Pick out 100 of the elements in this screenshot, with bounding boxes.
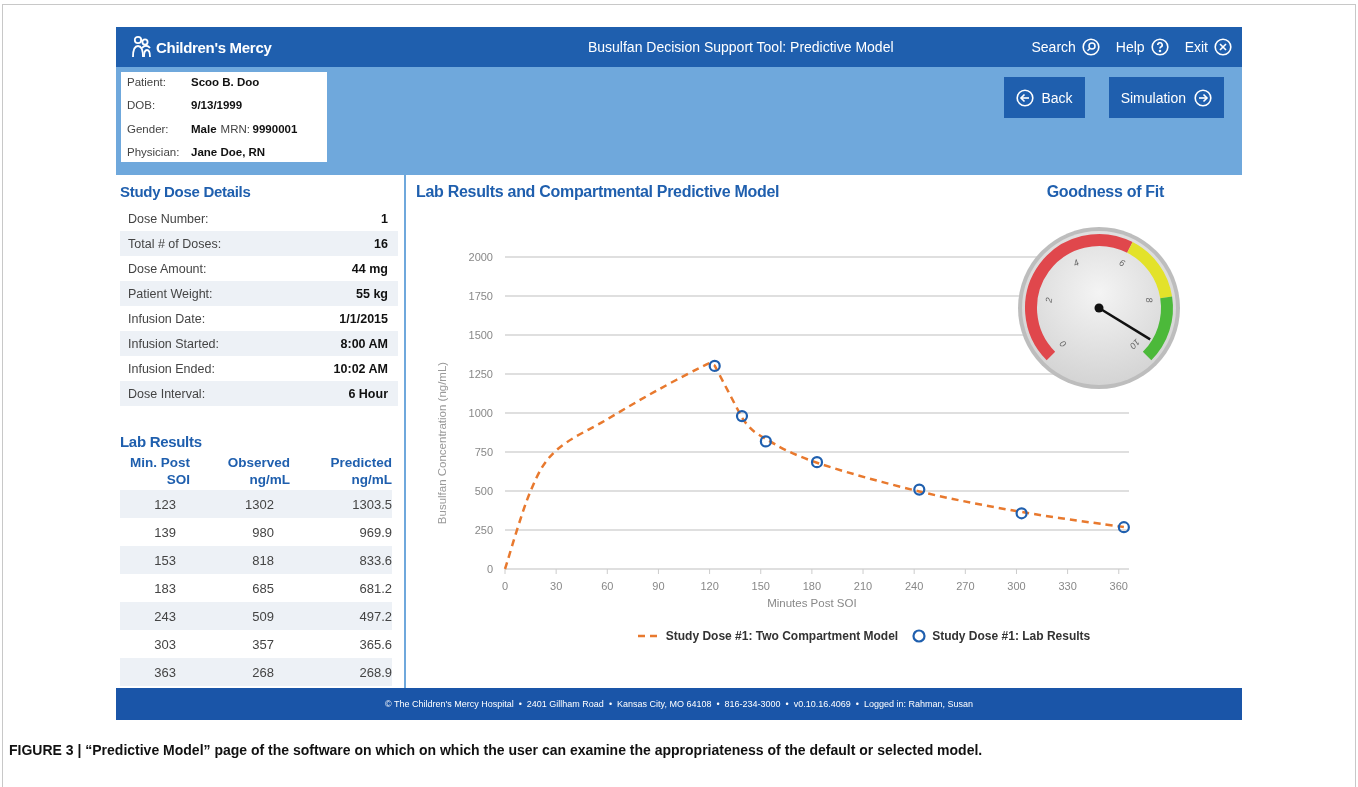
gauge-tick-label: 8 xyxy=(1143,296,1155,304)
field-value: 9/13/1999 xyxy=(191,99,243,112)
axis-tick-label: 30 xyxy=(550,580,563,592)
axis-tick-label: 1750 xyxy=(468,290,493,302)
gauge-tick-label: 6 xyxy=(1117,257,1127,269)
lab-result-marker xyxy=(759,435,772,448)
axis-tick-label: 300 xyxy=(1007,580,1026,592)
field-value: 9990001 xyxy=(252,122,298,135)
table-cell: 243 xyxy=(120,602,190,630)
help-link[interactable]: Help xyxy=(1115,38,1169,56)
axis-tick-label: 270 xyxy=(956,580,975,592)
column-header: Observed ng/mL xyxy=(226,454,290,489)
lab-result-marker xyxy=(708,359,721,372)
table-cell: 153 xyxy=(120,546,190,574)
detail-label: Dose Interval: xyxy=(128,386,206,401)
gauge-tick-label: 0 xyxy=(1057,338,1069,350)
field-label: Gender: xyxy=(127,122,170,135)
gauge-tick-label: 2 xyxy=(1043,296,1055,304)
lab-result-marker xyxy=(1015,507,1028,520)
lab-result-marker xyxy=(810,456,824,469)
table-cell: 268.9 xyxy=(290,658,392,686)
lab-result-marker xyxy=(1117,521,1130,534)
field-label: Physician: xyxy=(127,146,181,158)
logo-icon xyxy=(130,35,152,59)
field-value: Scoo B. Doo xyxy=(191,76,260,88)
field-label: Patient: xyxy=(127,76,167,88)
table-cell: 1302 xyxy=(190,490,290,518)
exit-link[interactable]: Exit xyxy=(1184,38,1232,56)
field-value: Jane Doe, RN xyxy=(191,146,266,158)
table-cell: 1303.5 xyxy=(290,490,392,518)
axis-tick-label: 1000 xyxy=(468,407,493,419)
figure-caption: FIGURE 3 | “Predictive Model” page of the software on which on which the user can examine the appropriateness of the default or selected model. xyxy=(9,742,984,758)
lab-result-marker xyxy=(735,410,749,423)
axis-tick-label: 500 xyxy=(474,485,493,497)
column-header: Min. Post SOI xyxy=(129,454,190,489)
help-icon xyxy=(1150,38,1169,56)
axis-tick-label: 0 xyxy=(501,580,509,592)
table-cell: 363 xyxy=(120,658,190,686)
axis-tick-label: 2000 xyxy=(468,251,493,263)
simulation-button[interactable]: Simulation xyxy=(1108,77,1224,118)
axis-tick-label: 1250 xyxy=(468,368,493,380)
axis-tick-label: 150 xyxy=(751,580,770,592)
section-title: Lab Results xyxy=(120,433,203,450)
detail-label: Infusion Date: xyxy=(128,311,206,326)
axis-tick-label: 330 xyxy=(1058,580,1077,592)
axis-tick-label: 1500 xyxy=(468,329,493,341)
gauge-tick-label: 4 xyxy=(1071,257,1081,269)
detail-value: 44 mg xyxy=(351,261,388,276)
detail-label: Patient Weight: xyxy=(128,286,213,301)
lab-result-marker xyxy=(913,483,926,496)
table-cell: 497.2 xyxy=(290,602,392,630)
close-icon xyxy=(1214,38,1232,56)
section-title: Study Dose Details xyxy=(120,183,252,200)
axis-tick-label: 250 xyxy=(474,524,493,536)
detail-value: 6 Hour xyxy=(348,386,388,401)
table-cell: 833.6 xyxy=(290,546,392,574)
detail-value: 16 xyxy=(374,236,388,251)
app-title: Busulfan Decision Support Tool: Predictive Model xyxy=(586,39,895,55)
dashed-line-icon xyxy=(637,634,660,638)
detail-label: Infusion Started: xyxy=(128,336,220,351)
field-label: MRN: xyxy=(220,122,251,135)
search-link[interactable]: Search xyxy=(1031,38,1100,56)
detail-value: 10:02 AM xyxy=(333,361,388,376)
detail-label: Dose Number: xyxy=(128,211,209,226)
search-icon xyxy=(1081,38,1100,56)
gauge-tick-label: 10 xyxy=(1127,336,1142,351)
detail-value: 55 kg xyxy=(356,286,388,301)
axis-tick-label: 240 xyxy=(905,580,924,592)
column-header: Predicted ng/mL xyxy=(329,454,392,489)
table-cell: 268 xyxy=(190,658,290,686)
axis-tick-label: 120 xyxy=(700,580,719,592)
chart-title: Lab Results and Compartmental Predictive Model xyxy=(416,183,780,201)
table-cell: 818 xyxy=(190,546,290,574)
axis-tick-label: 360 xyxy=(1109,580,1128,592)
detail-label: Total # of Doses: xyxy=(128,236,222,251)
axis-tick-label: 0 xyxy=(486,563,493,575)
legend-label: Study Dose #1: Two Compartment Model xyxy=(665,629,899,643)
detail-label: Dose Amount: xyxy=(128,261,207,276)
table-cell: 123 xyxy=(120,490,190,518)
axis-tick-label: 90 xyxy=(652,580,665,592)
footer-text: © The Children's Mercy Hospital • 2401 Gillham Road • Kansas City, MO 64108 • 816-234-3000 • v0.10.16.4069 • Logged in: Rahman, Susan xyxy=(384,699,974,709)
field-label: DOB: xyxy=(127,99,157,112)
logo-text: Children's Mercy xyxy=(156,38,272,56)
detail-label: Infusion Ended: xyxy=(128,361,215,376)
legend-label: Study Dose #1: Lab Results xyxy=(932,629,1091,643)
axis-tick-label: 60 xyxy=(601,580,614,592)
gauge-title: Goodness of Fit xyxy=(1046,183,1164,201)
circle-marker-icon xyxy=(912,629,927,643)
axis-tick-label: 210 xyxy=(853,580,873,592)
detail-value: 8:00 AM xyxy=(340,336,388,351)
axis-title: Minutes Post SOI xyxy=(767,597,857,609)
field-value: Male xyxy=(191,122,217,135)
detail-value: 1/1/2015 xyxy=(339,311,388,326)
detail-value: 1 xyxy=(381,211,388,226)
gauge-needle xyxy=(1094,303,1151,341)
table-cell: 509 xyxy=(190,602,290,630)
axis-tick-label: 750 xyxy=(474,446,493,458)
axis-title: Busulfan Concentration (ng/mL) xyxy=(436,361,448,525)
back-button[interactable]: Back xyxy=(1003,77,1085,118)
axis-tick-label: 180 xyxy=(802,580,822,592)
